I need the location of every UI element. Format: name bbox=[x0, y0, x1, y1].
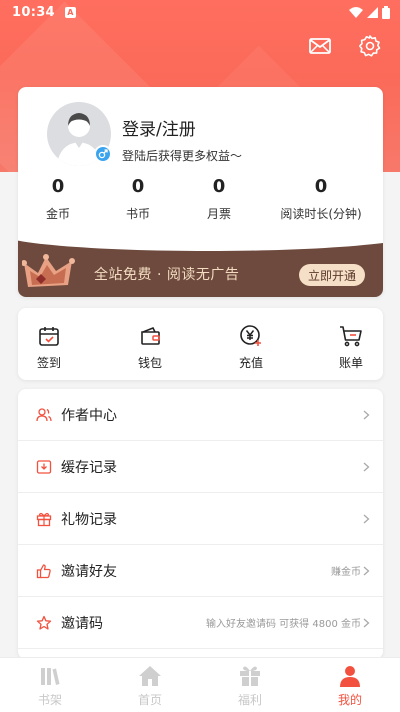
nav-label: 首页 bbox=[137, 693, 162, 707]
gift-icon bbox=[36, 512, 52, 526]
menu-item-invite-code[interactable]: 邀请码 输入好友邀请码 可获得 4800 金币 bbox=[18, 597, 383, 649]
login-benefit-text: 登陆后获得更多权益～ bbox=[122, 149, 243, 163]
battery-icon bbox=[382, 5, 390, 19]
nav-label: 书架 bbox=[37, 693, 62, 707]
stat-label: 月票 bbox=[206, 207, 231, 221]
gift-icon bbox=[240, 666, 260, 686]
wallet-button[interactable]: 钱包 bbox=[120, 324, 180, 371]
menu-item-label: 邀请好友 bbox=[61, 563, 117, 580]
cart-icon bbox=[340, 326, 362, 347]
menu-item-label: 礼物记录 bbox=[61, 511, 117, 528]
vip-banner[interactable]: 全站免费 · 阅读无广告 立即开通 bbox=[18, 237, 383, 297]
menu-item-author-center[interactable]: 作者中心 bbox=[18, 389, 383, 441]
calendar-check-icon bbox=[39, 327, 59, 346]
menu-item-cache-records[interactable]: 缓存记录 bbox=[18, 441, 383, 493]
login-register-link[interactable]: 登录/注册 bbox=[122, 115, 196, 140]
mail-icon[interactable] bbox=[308, 34, 332, 58]
stat-value: 0 bbox=[51, 176, 65, 197]
menu-item-gift-records[interactable]: 礼物记录 bbox=[18, 493, 383, 545]
stat-value: 0 bbox=[212, 176, 226, 197]
star-icon bbox=[36, 615, 52, 630]
download-icon bbox=[36, 459, 52, 474]
crown-icon bbox=[22, 254, 75, 287]
checkin-button[interactable]: 签到 bbox=[19, 324, 79, 371]
stat-value: 0 bbox=[131, 176, 145, 197]
stat-book-coins[interactable]: 0 书币 bbox=[114, 176, 162, 222]
male-icon bbox=[94, 145, 112, 163]
wifi-icon bbox=[349, 6, 363, 18]
thumbs-up-icon bbox=[36, 563, 51, 578]
author-icon bbox=[36, 407, 52, 421]
nav-mine[interactable]: 我的 bbox=[315, 664, 385, 708]
menu-item-label: 缓存记录 bbox=[61, 459, 117, 476]
stat-monthly-tickets[interactable]: 0 月票 bbox=[195, 176, 243, 222]
banner-wave bbox=[18, 237, 383, 251]
profile-card: 登录/注册 登陆后获得更多权益～ 0 金币 0 书币 0 月票 0 阅读时长(分… bbox=[18, 87, 383, 297]
chevron-right-icon bbox=[363, 566, 370, 575]
nav-home[interactable]: 首页 bbox=[115, 664, 185, 708]
stat-value: 0 bbox=[314, 176, 328, 197]
status-bar: 10:34 A bbox=[0, 0, 400, 24]
menu-item-hint: 输入好友邀请码 可获得 4800 金币 bbox=[206, 619, 361, 630]
chevron-right-icon bbox=[363, 462, 370, 471]
chevron-right-icon bbox=[363, 514, 370, 523]
stat-label: 金币 bbox=[45, 207, 70, 221]
menu-item-label: 邀请码 bbox=[61, 615, 103, 632]
stat-coins[interactable]: 0 金币 bbox=[34, 176, 82, 222]
quick-action-label: 充值 bbox=[238, 356, 263, 370]
stat-label: 阅读时长(分钟) bbox=[280, 207, 362, 221]
nav-bookshelf[interactable]: 书架 bbox=[15, 664, 85, 708]
notification-icon: A bbox=[64, 6, 76, 18]
chevron-right-icon bbox=[363, 410, 370, 419]
menu-item-hint: 赚金币 bbox=[331, 567, 361, 578]
wallet-icon bbox=[141, 326, 160, 345]
quick-actions-card: 签到 钱包 充值 账单 bbox=[18, 308, 383, 380]
status-time: 10:34 bbox=[12, 4, 55, 20]
chevron-right-icon bbox=[363, 618, 370, 627]
gear-icon[interactable] bbox=[358, 34, 382, 58]
bill-button[interactable]: 账单 bbox=[321, 324, 381, 371]
yen-plus-icon bbox=[240, 325, 261, 346]
stat-reading-time[interactable]: 0 阅读时长(分钟) bbox=[273, 176, 369, 222]
vip-activate-button[interactable]: 立即开通 bbox=[299, 264, 365, 286]
quick-action-label: 签到 bbox=[36, 356, 61, 370]
menu-item-invite-friends[interactable]: 邀请好友 赚金币 bbox=[18, 545, 383, 597]
menu-item-label: 作者中心 bbox=[61, 407, 117, 424]
nav-welfare[interactable]: 福利 bbox=[215, 664, 285, 708]
stat-label: 书币 bbox=[125, 207, 150, 221]
nav-label: 我的 bbox=[337, 693, 362, 707]
menu-list: 作者中心 缓存记录 礼物记录 邀请好友 赚金币 邀请码 输入好友邀请码 可获得 … bbox=[18, 389, 383, 659]
home-icon bbox=[139, 666, 161, 686]
recharge-button[interactable]: 充值 bbox=[221, 324, 281, 371]
quick-action-label: 钱包 bbox=[137, 356, 162, 370]
person-icon bbox=[340, 666, 360, 687]
quick-action-label: 账单 bbox=[338, 356, 363, 370]
bottom-navigation: 书架 首页 福利 我的 bbox=[0, 657, 400, 712]
nav-label: 福利 bbox=[237, 693, 262, 707]
bookshelf-icon bbox=[41, 668, 60, 685]
signal-icon bbox=[367, 6, 378, 18]
vip-promo-text: 全站免费 · 阅读无广告 bbox=[94, 267, 240, 283]
